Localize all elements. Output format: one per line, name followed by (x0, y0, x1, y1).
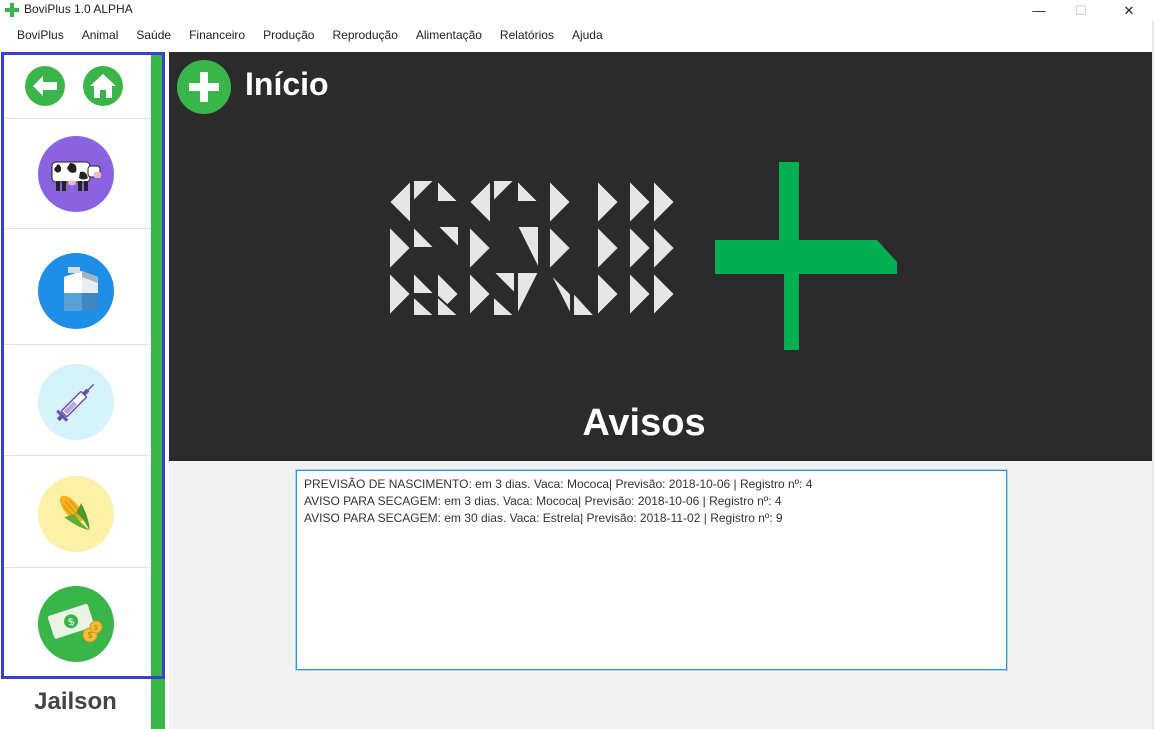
menu-producao[interactable]: Produção (254, 28, 323, 42)
arrow-left-icon (33, 76, 57, 96)
menu-reproducao[interactable]: Reprodução (323, 28, 406, 42)
menu-bar: BoviPlus Animal Saúde Financeiro Produçã… (0, 24, 1154, 46)
back-button[interactable] (25, 66, 65, 106)
sidebar-top-buttons (4, 55, 151, 119)
maximize-button[interactable]: ☐ (1058, 0, 1104, 21)
sidebar: $ $ $ (4, 55, 151, 679)
money-icon: $ $ $ (47, 603, 103, 643)
milk-button[interactable] (38, 253, 114, 329)
list-item: AVISO PARA SECAGEM: em 30 dias. Vaca: Es… (304, 511, 783, 525)
cow-icon (51, 161, 101, 191)
money-button[interactable]: $ $ $ (38, 586, 114, 662)
home-button[interactable] (83, 66, 123, 106)
sidebar-item-animal[interactable] (4, 119, 151, 229)
avisos-list[interactable]: PREVISÃO DE NASCIMENTO: em 3 dias. Vaca:… (296, 470, 1007, 670)
plus-icon (177, 60, 231, 114)
list-item: PREVISÃO DE NASCIMENTO: em 3 dias. Vaca:… (304, 477, 813, 491)
cow-button[interactable] (38, 136, 114, 212)
menu-ajuda[interactable]: Ajuda (563, 28, 612, 42)
svg-text:$: $ (94, 625, 98, 632)
app-plus-icon (5, 3, 19, 17)
avisos-title: Avisos (582, 402, 706, 444)
corn-button[interactable] (38, 476, 114, 552)
sidebar-accent-strip (151, 52, 165, 729)
main-content: PREVISÃO DE NASCIMENTO: em 3 dias. Vaca:… (169, 461, 1152, 729)
sidebar-item-financeiro[interactable]: $ $ $ (4, 568, 151, 679)
list-item: AVISO PARA SECAGEM: em 3 dias. Vaca: Moc… (304, 494, 782, 508)
svg-text:$: $ (88, 631, 93, 640)
syringe-icon (56, 383, 95, 422)
sidebar-item-saude[interactable] (4, 345, 151, 456)
user-name: Jailson (34, 688, 117, 715)
menu-relatorios[interactable]: Relatórios (491, 28, 563, 42)
minimize-button[interactable]: — (1016, 0, 1062, 21)
syringe-button[interactable] (38, 364, 114, 440)
page-title: Início (245, 66, 329, 102)
sidebar-item-producao[interactable] (4, 229, 151, 345)
close-button[interactable]: ✕ (1106, 0, 1152, 21)
menu-alimentacao[interactable]: Alimentação (407, 28, 491, 42)
window-title: BoviPlus 1.0 ALPHA (24, 2, 133, 16)
menu-saude[interactable]: Saúde (127, 28, 180, 42)
menu-financeiro[interactable]: Financeiro (180, 28, 254, 42)
menu-animal[interactable]: Animal (73, 28, 128, 42)
sidebar-item-alimentacao[interactable] (4, 456, 151, 568)
milk-carton-icon (64, 267, 98, 311)
menu-boviplus[interactable]: BoviPlus (8, 28, 73, 42)
home-icon (90, 74, 116, 98)
bovi-logo (389, 162, 897, 350)
corn-icon (59, 495, 90, 531)
header-banner: Início Avisos (169, 52, 1152, 461)
title-bar: BoviPlus 1.0 ALPHA — ☐ ✕ (0, 0, 1154, 21)
